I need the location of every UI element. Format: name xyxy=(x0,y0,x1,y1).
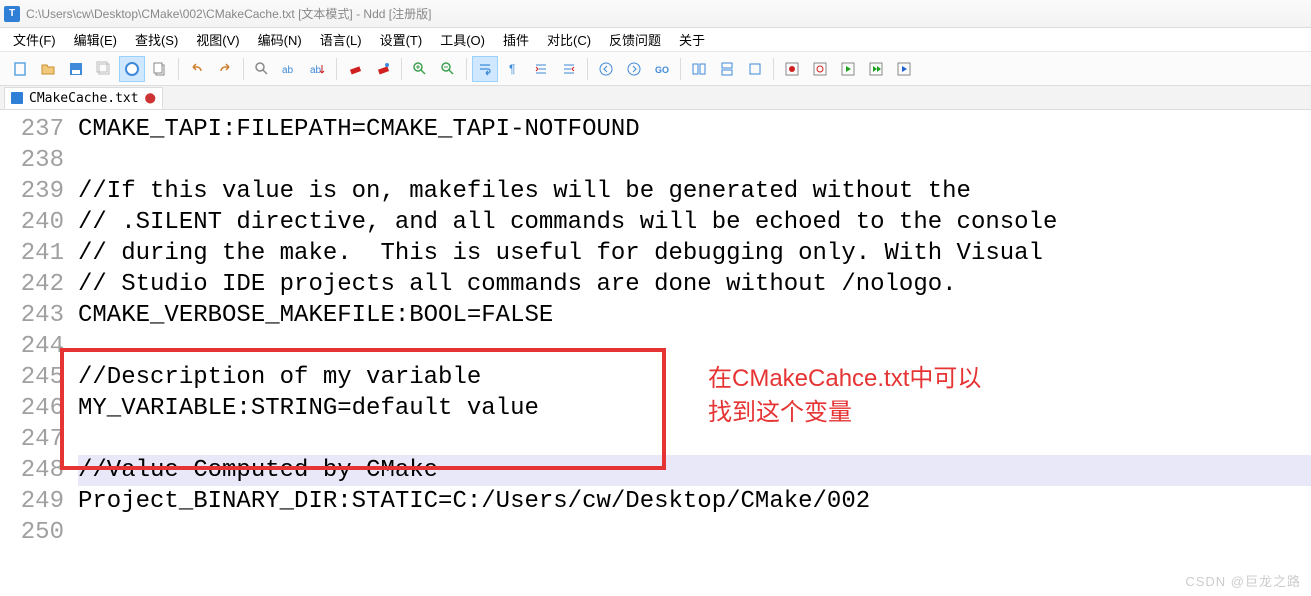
toolbar-separator xyxy=(401,58,402,80)
split-v-icon[interactable] xyxy=(714,56,740,82)
redo-icon[interactable] xyxy=(212,56,238,82)
line-number: 238 xyxy=(0,145,72,176)
menu-encoding[interactable]: 编码(N) xyxy=(251,28,309,51)
outdent-icon[interactable] xyxy=(556,56,582,82)
mode-toggle-icon[interactable] xyxy=(119,56,145,82)
toolbar: ab ab ¶ GO xyxy=(0,52,1311,86)
record-settings-icon[interactable] xyxy=(807,56,833,82)
annotation-text: 在CMakeCahce.txt中可以 找到这个变量 xyxy=(708,362,981,430)
toolbar-separator xyxy=(587,58,588,80)
svg-text:ab: ab xyxy=(282,65,294,76)
stop-macro-icon[interactable] xyxy=(891,56,917,82)
menu-about[interactable]: 关于 xyxy=(672,28,712,51)
search-icon[interactable] xyxy=(249,56,275,82)
code-line[interactable]: CMAKE_VERBOSE_MAKEFILE:BOOL=FALSE xyxy=(78,300,1311,331)
toolbar-separator xyxy=(466,58,467,80)
code-line[interactable]: CMAKE_TAPI:FILEPATH=CMAKE_TAPI-NOTFOUND xyxy=(78,114,1311,145)
zoom-out-icon[interactable] xyxy=(435,56,461,82)
file-tab[interactable]: CMakeCache.txt ⬤ xyxy=(4,87,163,109)
code-line[interactable]: Project_BINARY_DIR:STATIC=C:/Users/cw/De… xyxy=(78,486,1311,517)
undo-icon[interactable] xyxy=(184,56,210,82)
line-number: 247 xyxy=(0,424,72,455)
line-number: 245 xyxy=(0,362,72,393)
line-number: 239 xyxy=(0,176,72,207)
document-icon xyxy=(11,92,23,104)
menu-file[interactable]: 文件(F) xyxy=(6,28,63,51)
line-number: 250 xyxy=(0,517,72,548)
prev-icon[interactable] xyxy=(593,56,619,82)
code-line[interactable] xyxy=(78,517,1311,548)
line-number: 244 xyxy=(0,331,72,362)
code-line[interactable] xyxy=(78,424,1311,455)
code-area[interactable]: CMAKE_TAPI:FILEPATH=CMAKE_TAPI-NOTFOUND /… xyxy=(78,114,1311,548)
menu-language[interactable]: 语言(L) xyxy=(313,28,369,51)
tab-label: CMakeCache.txt xyxy=(29,91,139,106)
save-icon[interactable] xyxy=(63,56,89,82)
code-line[interactable] xyxy=(78,145,1311,176)
next-icon[interactable] xyxy=(621,56,647,82)
menu-find[interactable]: 查找(S) xyxy=(128,28,185,51)
code-line[interactable]: //Value Computed by CMake xyxy=(78,455,1311,486)
open-file-icon[interactable] xyxy=(35,56,61,82)
toolbar-separator xyxy=(243,58,244,80)
code-line[interactable] xyxy=(78,331,1311,362)
line-number: 237 xyxy=(0,114,72,145)
show-whitespace-icon[interactable]: ¶ xyxy=(500,56,526,82)
code-line[interactable]: // .SILENT directive, and all commands w… xyxy=(78,207,1311,238)
menu-settings[interactable]: 设置(T) xyxy=(373,28,430,51)
toolbar-separator xyxy=(773,58,774,80)
toolbar-separator xyxy=(178,58,179,80)
wrap-icon[interactable] xyxy=(472,56,498,82)
record-icon[interactable] xyxy=(779,56,805,82)
unsplit-icon[interactable] xyxy=(742,56,768,82)
goto-icon[interactable]: GO xyxy=(649,56,675,82)
eraser-all-icon[interactable] xyxy=(370,56,396,82)
toolbar-separator xyxy=(336,58,337,80)
indent-icon[interactable] xyxy=(528,56,554,82)
editor[interactable]: 2372382392402412422432442452462472482492… xyxy=(0,110,1311,596)
find-next-icon[interactable]: ab xyxy=(305,56,331,82)
menu-view[interactable]: 视图(V) xyxy=(189,28,246,51)
toolbar-separator xyxy=(680,58,681,80)
save-all-icon[interactable] xyxy=(91,56,117,82)
line-number: 241 xyxy=(0,238,72,269)
titlebar: T C:\Users\cw\Desktop\CMake\002\CMakeCac… xyxy=(0,0,1311,28)
line-number: 249 xyxy=(0,486,72,517)
zoom-in-icon[interactable] xyxy=(407,56,433,82)
menu-plugins[interactable]: 插件 xyxy=(496,28,536,51)
code-line[interactable]: //Description of my variable xyxy=(78,362,1311,393)
svg-text:GO: GO xyxy=(655,65,669,75)
play-multi-icon[interactable] xyxy=(863,56,889,82)
copy-icon[interactable] xyxy=(147,56,173,82)
close-tab-icon[interactable]: ⬤ xyxy=(145,93,156,104)
menubar: 文件(F) 编辑(E) 查找(S) 视图(V) 编码(N) 语言(L) 设置(T… xyxy=(0,28,1311,52)
replace-icon[interactable]: ab xyxy=(277,56,303,82)
line-number: 243 xyxy=(0,300,72,331)
svg-text:¶: ¶ xyxy=(509,62,515,76)
code-line[interactable]: // during the make. This is useful for d… xyxy=(78,238,1311,269)
window-title: C:\Users\cw\Desktop\CMake\002\CMakeCache… xyxy=(26,5,431,22)
code-line[interactable]: MY_VARIABLE:STRING=default value xyxy=(78,393,1311,424)
line-number: 242 xyxy=(0,269,72,300)
code-line[interactable]: //If this value is on, makefiles will be… xyxy=(78,176,1311,207)
watermark: CSDN @巨龙之路 xyxy=(1185,571,1301,590)
menu-compare[interactable]: 对比(C) xyxy=(540,28,598,51)
menu-tools[interactable]: 工具(O) xyxy=(433,28,492,51)
app-icon: T xyxy=(4,6,20,22)
menu-feedback[interactable]: 反馈问题 xyxy=(602,28,668,51)
line-number: 248 xyxy=(0,455,72,486)
new-file-icon[interactable] xyxy=(7,56,33,82)
line-number: 240 xyxy=(0,207,72,238)
line-number-gutter: 2372382392402412422432442452462472482492… xyxy=(0,110,72,548)
split-h-icon[interactable] xyxy=(686,56,712,82)
tabbar: CMakeCache.txt ⬤ xyxy=(0,86,1311,110)
eraser-icon[interactable] xyxy=(342,56,368,82)
code-line[interactable]: // Studio IDE projects all commands are … xyxy=(78,269,1311,300)
svg-text:ab: ab xyxy=(310,65,322,76)
play-macro-icon[interactable] xyxy=(835,56,861,82)
menu-edit[interactable]: 编辑(E) xyxy=(67,28,124,51)
line-number: 246 xyxy=(0,393,72,424)
